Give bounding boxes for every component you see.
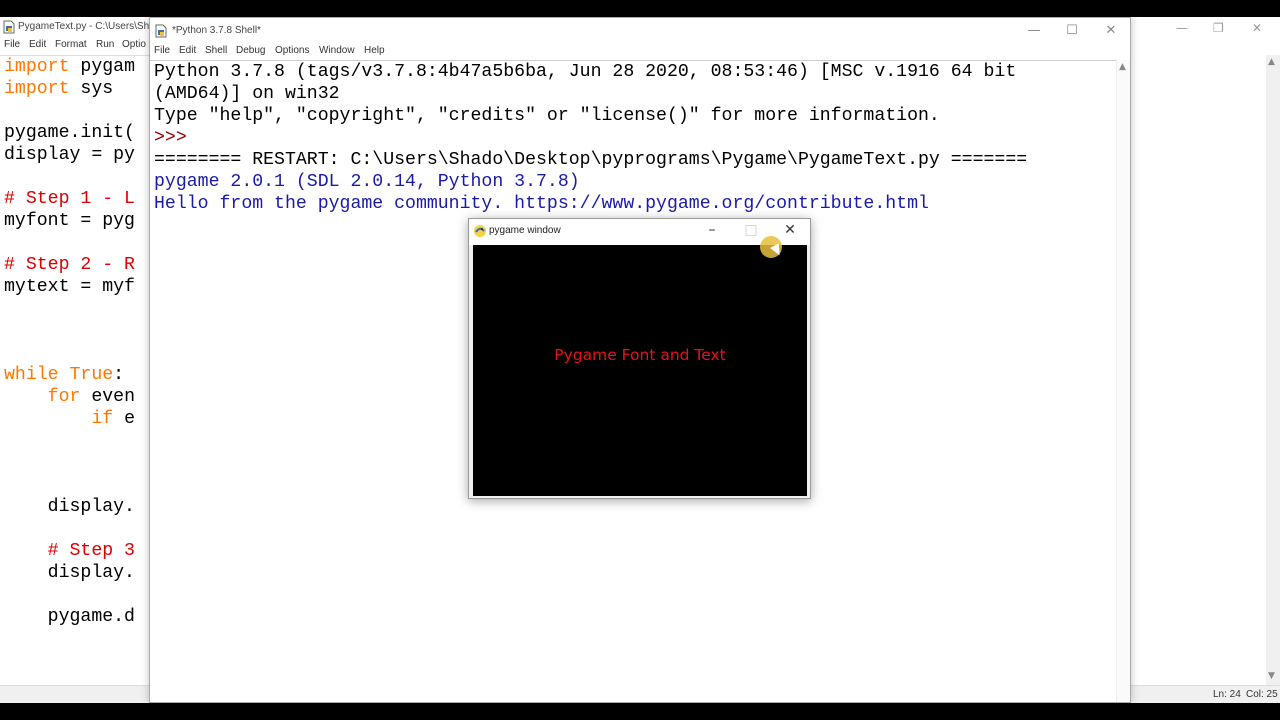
code-line: display. [4, 563, 135, 583]
editor-scrollbar[interactable]: ▲ ▼ [1266, 55, 1280, 685]
code-line: mytext = myf [4, 277, 135, 297]
shell-line: pygame 2.0.1 (SDL 2.0.14, Python 3.7.8) [154, 172, 580, 192]
code-line: display. [4, 497, 135, 517]
shell-menu-file[interactable]: File [154, 45, 170, 56]
shell-scroll-up-icon[interactable]: ▲ [1119, 62, 1126, 72]
shell-menu-debug[interactable]: Debug [236, 45, 265, 56]
pygame-title: pygame window [489, 225, 561, 236]
code-line: # Step 3 [4, 541, 135, 561]
code-line: pygame.d [4, 607, 135, 627]
status-line: Ln: 24 [1213, 689, 1241, 700]
shell-menu-shell[interactable]: Shell [205, 45, 227, 56]
top-black-band [0, 0, 1280, 17]
pygame-maximize-icon: □ [744, 222, 758, 238]
editor-restore-icon[interactable]: ❐ [1213, 21, 1224, 35]
pygame-snake-icon [474, 225, 486, 237]
shell-line: >>> [154, 128, 198, 148]
status-col: Col: 25 [1246, 689, 1278, 700]
pygame-canvas[interactable]: Pygame Font and Text [473, 245, 807, 496]
pygame-close-icon[interactable]: ✕ [779, 222, 801, 238]
code-line: myfont = pyg [4, 211, 135, 231]
pygame-titlebar[interactable]: pygame window – □ ✕ [469, 219, 810, 245]
shell-menu-help[interactable]: Help [364, 45, 385, 56]
shell-title: *Python 3.7.8 Shell* [172, 25, 261, 36]
editor-menubar: File Edit Format Run Optio [0, 39, 150, 55]
code-line: while True: [4, 365, 125, 385]
editor-menu-format[interactable]: Format [55, 39, 87, 50]
pygame-rendered-text: Pygame Font and Text [554, 346, 726, 364]
bottom-black-band [0, 703, 1280, 720]
scroll-down-icon[interactable]: ▼ [1268, 671, 1275, 681]
shell-menu-window[interactable]: Window [319, 45, 355, 56]
code-line: # Step 2 - R [4, 255, 135, 275]
editor-close-icon[interactable]: ✕ [1252, 21, 1262, 35]
code-line: # Step 1 - L [4, 189, 135, 209]
editor-code-area[interactable]: import pygam import sys pygame.init(displa… [0, 55, 150, 685]
shell-maximize-icon[interactable]: ☐ [1062, 23, 1082, 38]
shell-line: Hello from the pygame community. https:/… [154, 194, 929, 214]
shell-menubar: File Edit Shell Debug Options Window Hel… [150, 43, 1130, 60]
code-line: if e [91, 409, 136, 429]
editor-minimize-icon[interactable]: — [1176, 21, 1188, 35]
editor-menu-options[interactable]: Optio [122, 39, 146, 50]
shell-menu-options[interactable]: Options [275, 45, 309, 56]
editor-title: PygameText.py - C:\Users\Sha [18, 21, 155, 32]
shell-scrollbar[interactable]: ▲ [1116, 60, 1130, 702]
shell-menu-edit[interactable]: Edit [179, 45, 196, 56]
shell-line: Python 3.7.8 (tags/v3.7.8:4b47a5b6ba, Ju… [154, 62, 1017, 82]
code-line: import pygam [4, 57, 135, 77]
pygame-window: pygame window – □ ✕ Pygame Font and Text [468, 218, 811, 499]
shell-line: (AMD64)] on win32 [154, 84, 340, 104]
shell-close-icon[interactable]: ✕ [1101, 23, 1121, 38]
editor-menu-edit[interactable]: Edit [29, 39, 46, 50]
code-line: pygame.init( [4, 123, 135, 143]
shell-minimize-icon[interactable]: — [1024, 23, 1044, 38]
code-line: import sys [4, 79, 114, 99]
code-line: for even [47, 387, 135, 407]
code-line: display = py [4, 145, 135, 165]
shell-titlebar[interactable]: *Python 3.7.8 Shell* — ☐ ✕ [150, 18, 1130, 43]
shell-line: ======== RESTART: C:\Users\Shado\Desktop… [154, 150, 1028, 170]
editor-menu-run[interactable]: Run [96, 39, 114, 50]
shell-line: Type "help", "copyright", "credits" or "… [154, 106, 940, 126]
editor-menu-file[interactable]: File [4, 39, 20, 50]
pygame-minimize-icon[interactable]: – [701, 222, 723, 238]
scroll-up-icon[interactable]: ▲ [1268, 57, 1275, 67]
python-shell-icon [155, 24, 167, 38]
python-file-icon [3, 20, 15, 34]
